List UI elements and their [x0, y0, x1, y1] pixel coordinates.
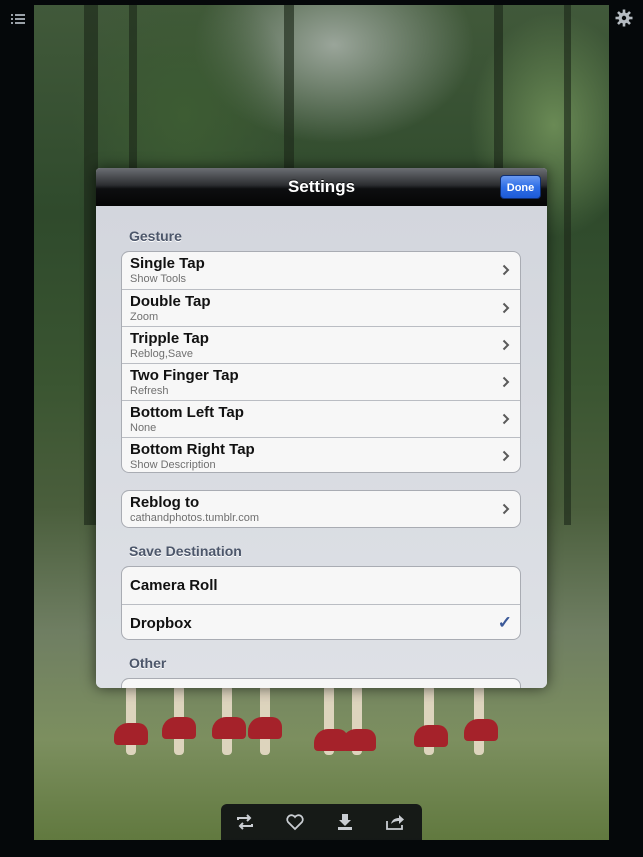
row-two-finger-tap[interactable]: Two Finger Tap Refresh — [122, 363, 520, 400]
section-header-save-destination: Save Destination — [129, 543, 242, 559]
chevron-right-icon — [502, 450, 510, 462]
row-title: Bottom Left Tap — [130, 404, 244, 421]
row-value: cathandphotos.tumblr.com — [130, 512, 260, 524]
checkmark-icon: ✓ — [497, 613, 512, 632]
bottom-toolbar — [221, 804, 422, 840]
chevron-right-icon — [502, 503, 510, 515]
modal-title: Settings — [287, 177, 356, 196]
row-title: Camera Roll — [130, 577, 218, 594]
gesture-group: Single Tap Show Tools Double Tap Zoom Tr… — [121, 251, 521, 473]
row-title: Dropbox — [130, 615, 192, 632]
row-value: Show Description — [130, 459, 216, 471]
row-dropbox[interactable]: Dropbox ✓ — [122, 604, 520, 639]
row-value: Reblog,Save — [130, 348, 193, 360]
done-button[interactable]: Done — [500, 175, 541, 199]
chevron-right-icon — [502, 413, 510, 425]
chevron-right-icon — [502, 376, 510, 388]
repost-icon[interactable] — [235, 813, 255, 831]
row-title: Two Finger Tap — [130, 367, 239, 384]
row-title: Reblog to — [130, 494, 200, 511]
section-header-other: Other — [129, 655, 167, 671]
chevron-right-icon — [502, 264, 510, 276]
save-destination-group: Camera Roll Dropbox ✓ — [121, 566, 521, 640]
row-title: Bottom Right Tap — [130, 441, 255, 458]
gear-icon[interactable] — [615, 9, 633, 27]
settings-list[interactable]: Gesture Single Tap Show Tools Double Tap… — [96, 206, 547, 688]
section-header-gesture: Gesture — [129, 228, 182, 244]
row-value: Refresh — [130, 385, 169, 397]
row-title: Tripple Tap — [130, 330, 209, 347]
row-bottom-left-tap[interactable]: Bottom Left Tap None — [122, 400, 520, 437]
row-single-tap[interactable]: Single Tap Show Tools — [122, 252, 520, 289]
row-title: Double Tap — [130, 293, 211, 310]
settings-modal: Settings Done Gesture Single Tap Show To… — [96, 168, 547, 688]
row-reblog-to[interactable]: Reblog to cathandphotos.tumblr.com — [122, 491, 520, 527]
row-title: Single Tap — [130, 255, 205, 272]
heart-icon[interactable] — [285, 813, 305, 831]
list-icon[interactable] — [10, 11, 26, 27]
row-value: None — [130, 422, 157, 434]
row-camera-roll[interactable]: Camera Roll — [122, 567, 520, 604]
other-group — [121, 678, 521, 688]
reblog-group: Reblog to cathandphotos.tumblr.com — [121, 490, 521, 528]
row-value: Show Tools — [130, 273, 187, 285]
row-tripple-tap[interactable]: Tripple Tap Reblog,Save — [122, 326, 520, 363]
chevron-right-icon — [502, 339, 510, 351]
share-icon[interactable] — [385, 813, 405, 831]
row-value: Zoom — [130, 311, 159, 323]
download-icon[interactable] — [335, 813, 355, 831]
row-double-tap[interactable]: Double Tap Zoom — [122, 289, 520, 326]
chevron-right-icon — [502, 302, 510, 314]
row-bottom-right-tap[interactable]: Bottom Right Tap Show Description — [122, 437, 520, 472]
